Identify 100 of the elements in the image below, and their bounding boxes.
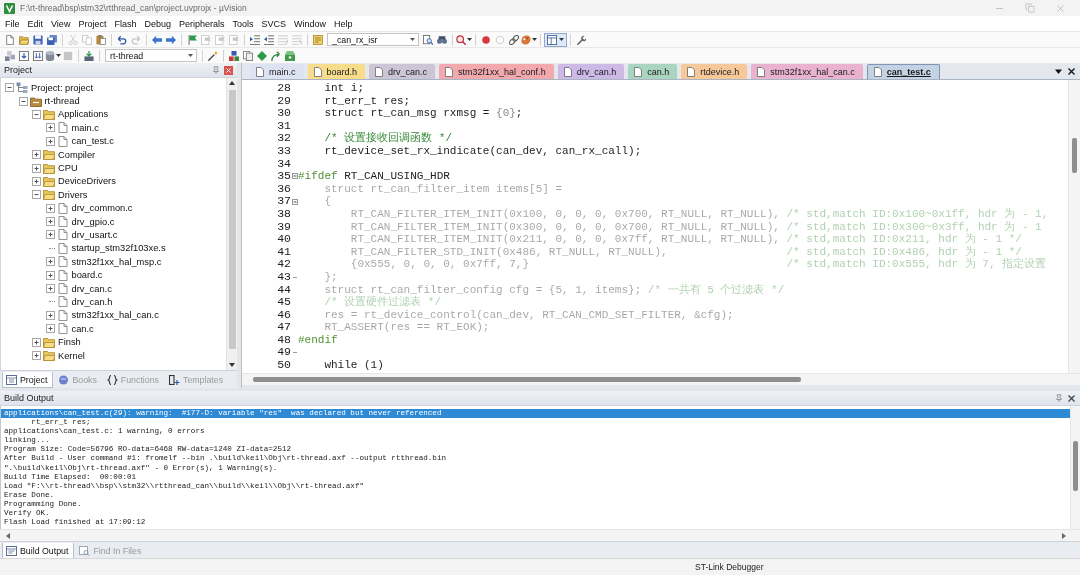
tree-item[interactable]: rt-thread [44, 96, 80, 107]
tree-item[interactable]: board.c [71, 270, 103, 281]
indent-icon[interactable] [250, 34, 260, 45]
page-search-icon[interactable] [423, 34, 433, 45]
scroll-up-icon[interactable] [229, 81, 235, 85]
left-arrow-icon[interactable] [152, 34, 162, 45]
tree-item[interactable]: can.c [71, 323, 94, 334]
flag-icon[interactable] [187, 34, 197, 45]
breakpoint-icon[interactable] [481, 34, 491, 45]
paint-blob-icon[interactable] [521, 34, 531, 45]
notepad-icon[interactable] [313, 34, 323, 45]
caret-icon[interactable] [188, 54, 193, 57]
tree-item[interactable]: startup_stm32f103xe.s [71, 243, 166, 254]
menu-item[interactable]: View [47, 18, 75, 29]
minus-box-icon[interactable] [32, 109, 41, 119]
pin-icon[interactable] [1055, 394, 1063, 402]
pin-icon[interactable] [212, 66, 220, 74]
outdent-icon[interactable] [264, 34, 274, 45]
plus-box-icon[interactable] [45, 123, 55, 133]
plus-box-icon[interactable] [45, 310, 55, 320]
build-page-icon[interactable] [19, 50, 29, 61]
menu-item[interactable]: Help [330, 18, 357, 29]
tree-item[interactable]: can_test.c [71, 136, 114, 147]
tree-item[interactable]: stm32f1xx_hal_msp.c [71, 256, 162, 267]
tree-item[interactable]: Kernel [58, 350, 85, 361]
scroll-down-icon[interactable] [229, 363, 235, 367]
scroll-right-icon[interactable] [1062, 532, 1066, 539]
plus-box-icon[interactable] [32, 176, 41, 186]
scroll-thumb[interactable] [253, 377, 801, 382]
diamond-icon[interactable] [257, 50, 267, 61]
tree-item[interactable]: drv_can.c [71, 283, 112, 294]
scroll-thumb[interactable] [228, 90, 236, 349]
file-tab[interactable]: can.h [628, 64, 678, 79]
close-icon[interactable] [1067, 393, 1076, 403]
plus-box-icon[interactable] [32, 163, 41, 173]
minus-box-icon[interactable] [18, 96, 28, 106]
tree-item[interactable]: Drivers [58, 189, 88, 200]
dropdown-caret-icon[interactable] [1055, 68, 1062, 75]
window-layout-icon[interactable] [547, 34, 557, 45]
caret-icon[interactable] [559, 38, 564, 41]
package-icon[interactable] [285, 50, 295, 61]
magic-wand-icon[interactable] [208, 50, 218, 61]
tree-item[interactable]: drv_can.h [71, 296, 113, 307]
panel-tab[interactable]: Project [2, 372, 54, 388]
wrench-icon[interactable] [576, 34, 586, 45]
tree-item[interactable]: Compiler [58, 149, 96, 160]
rebuild-page-icon[interactable] [33, 50, 43, 61]
caret-icon[interactable] [532, 38, 537, 41]
layout-button[interactable] [544, 32, 567, 47]
panel-tab[interactable]: Build Output [2, 543, 75, 559]
dropdown-field[interactable]: rt-thread [105, 49, 197, 62]
chain-link-icon[interactable] [509, 34, 519, 45]
tree-item[interactable]: CPU [58, 163, 78, 174]
scroll-left-icon[interactable] [6, 532, 10, 539]
curved-arrow-icon[interactable] [271, 50, 281, 61]
caret-icon[interactable] [56, 54, 61, 57]
plus-box-icon[interactable] [45, 203, 55, 213]
file-tab[interactable]: can_test.c [866, 64, 940, 79]
minus-box-icon[interactable] [32, 190, 41, 200]
tree-item[interactable]: drv_usart.c [71, 230, 118, 240]
menu-item[interactable]: Edit [23, 18, 48, 29]
stacked-squares-icon[interactable] [5, 50, 15, 61]
close-icon[interactable] [1068, 68, 1075, 75]
plus-box-icon[interactable] [45, 257, 55, 267]
download-chip-icon[interactable] [84, 50, 94, 61]
undo-icon[interactable] [117, 34, 127, 45]
open-folder-icon[interactable] [19, 34, 29, 45]
menu-item[interactable]: File [1, 18, 24, 29]
menu-item[interactable]: Debug [140, 18, 175, 29]
file-tab[interactable]: main.c [250, 64, 304, 79]
scroll-thumb[interactable] [1072, 138, 1077, 173]
tree-item[interactable]: Project: project [31, 82, 93, 93]
plus-box-icon[interactable] [45, 270, 55, 280]
plus-box-icon[interactable] [45, 324, 55, 334]
tree-item[interactable]: DeviceDrivers [58, 176, 116, 187]
plus-box-icon[interactable] [45, 230, 55, 240]
menu-item[interactable]: Project [74, 18, 111, 29]
plus-box-icon[interactable] [32, 150, 41, 160]
menu-item[interactable]: Tools [228, 18, 258, 29]
menu-item[interactable]: Peripherals [174, 18, 229, 29]
scroll-thumb[interactable] [1073, 441, 1078, 491]
plus-box-icon[interactable] [45, 217, 55, 227]
menu-item[interactable]: Window [290, 18, 331, 29]
file-tab[interactable]: stm32f1xx_hal_conf.h [439, 64, 554, 79]
dropdown-field[interactable]: _can_rx_isr [327, 33, 419, 46]
plus-box-icon[interactable] [32, 351, 41, 360]
plus-box-icon[interactable] [45, 136, 55, 146]
floppy-disks-icon[interactable] [47, 34, 57, 45]
menu-item[interactable]: SVCS [257, 18, 290, 29]
file-tab[interactable]: drv_can.c [369, 64, 436, 79]
tree-item[interactable]: stm32f1xx_hal_can.c [71, 310, 159, 321]
binoculars-icon[interactable] [437, 34, 447, 45]
blocks-icon[interactable] [229, 50, 239, 61]
file-tab[interactable]: stm32f1xx_hal_can.c [751, 64, 863, 79]
tree-item[interactable]: drv_gpio.c [71, 216, 115, 227]
debug-magnifier-icon[interactable] [456, 34, 466, 45]
minus-box-icon[interactable] [5, 83, 14, 93]
menu-item[interactable]: Flash [110, 18, 141, 29]
plus-box-icon[interactable] [32, 337, 41, 347]
tree-item[interactable]: drv_common.c [71, 203, 133, 214]
